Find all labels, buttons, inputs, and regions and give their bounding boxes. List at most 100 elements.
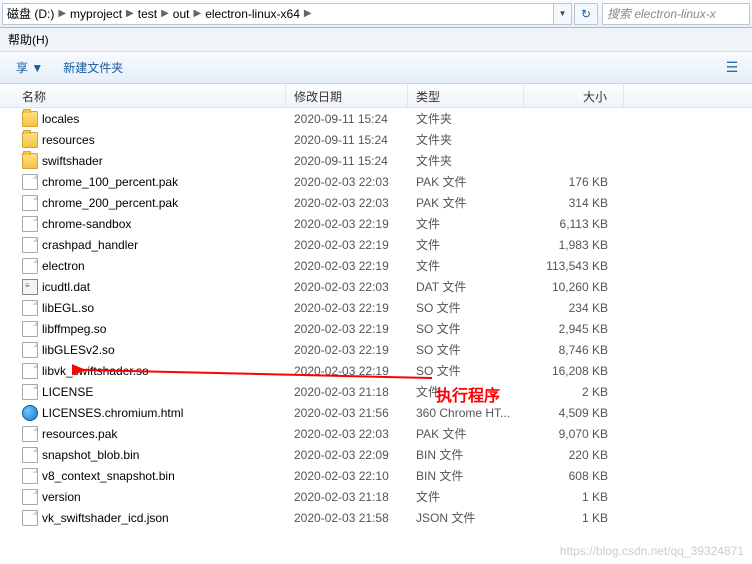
file-name: version <box>42 490 81 504</box>
dat-icon <box>22 279 38 295</box>
file-icon <box>22 174 38 190</box>
file-row[interactable]: libEGL.so2020-02-03 22:19SO 文件234 KB <box>0 297 752 318</box>
file-row[interactable]: vk_swiftshader_icd.json2020-02-03 21:58J… <box>0 507 752 528</box>
file-name: electron <box>42 259 85 273</box>
file-icon <box>22 384 38 400</box>
file-row[interactable]: version2020-02-03 21:18文件1 KB <box>0 486 752 507</box>
file-row[interactable]: locales2020-09-11 15:24文件夹 <box>0 108 752 129</box>
column-header-date[interactable]: 修改日期 <box>286 84 408 107</box>
file-date: 2020-02-03 22:03 <box>286 194 408 212</box>
file-type: SO 文件 <box>408 318 524 339</box>
view-options-button[interactable]: ☰ <box>720 56 744 80</box>
file-row[interactable]: libvk_swiftshader.so2020-02-03 22:19SO 文… <box>0 360 752 381</box>
file-type: PAK 文件 <box>408 192 524 213</box>
file-icon <box>22 447 38 463</box>
file-icon <box>22 237 38 253</box>
file-row[interactable]: resources.pak2020-02-03 22:03PAK 文件9,070… <box>0 423 752 444</box>
file-row[interactable]: LICENSES.chromium.html 2020-02-03 21:5636… <box>0 402 752 423</box>
file-row[interactable]: swiftshader2020-09-11 15:24文件夹 <box>0 150 752 171</box>
file-date: 2020-02-03 22:10 <box>286 467 408 485</box>
file-size: 6,113 KB <box>524 215 624 233</box>
file-name: snapshot_blob.bin <box>42 448 139 462</box>
menu-help[interactable]: 帮助(H) <box>8 31 49 48</box>
new-folder-button[interactable]: 新建文件夹 <box>55 55 131 80</box>
file-type: 文件夹 <box>408 108 524 129</box>
file-icon <box>22 300 38 316</box>
folder-icon <box>22 153 38 169</box>
file-row[interactable]: LICENSE2020-02-03 21:18文件2 KB <box>0 381 752 402</box>
breadcrumb-segment[interactable]: test <box>138 7 157 21</box>
file-name: crashpad_handler <box>42 238 138 252</box>
file-date: 2020-02-03 22:19 <box>286 341 408 359</box>
file-row[interactable]: snapshot_blob.bin2020-02-03 22:09BIN 文件2… <box>0 444 752 465</box>
folder-icon <box>22 132 38 148</box>
file-name: libEGL.so <box>42 301 94 315</box>
file-type: SO 文件 <box>408 339 524 360</box>
search-input[interactable]: 搜索 electron-linux-x <box>602 3 750 25</box>
file-row[interactable]: chrome_100_percent.pak2020-02-03 22:03PA… <box>0 171 752 192</box>
file-date: 2020-02-03 21:56 <box>286 404 408 422</box>
file-row[interactable]: crashpad_handler2020-02-03 22:19文件1,983 … <box>0 234 752 255</box>
chevron-right-icon: ▶ <box>189 8 205 19</box>
refresh-button[interactable]: ↻ <box>574 3 598 25</box>
breadcrumb-segment[interactable]: electron-linux-x64 <box>205 7 300 21</box>
file-date: 2020-02-03 22:19 <box>286 299 408 317</box>
html-icon <box>22 405 38 421</box>
file-type: 360 Chrome HT... <box>408 404 524 422</box>
file-date: 2020-02-03 22:19 <box>286 236 408 254</box>
chevron-right-icon: ▶ <box>54 8 70 19</box>
folder-icon <box>22 111 38 127</box>
column-header-name[interactable]: 名称 <box>0 84 286 107</box>
breadcrumb-segment[interactable]: out <box>173 7 190 21</box>
chevron-right-icon: ▶ <box>122 8 138 19</box>
file-type: BIN 文件 <box>408 465 524 486</box>
file-name: LICENSES.chromium.html <box>42 406 183 420</box>
refresh-icon: ↻ <box>581 7 591 21</box>
file-list: locales2020-09-11 15:24文件夹resources2020-… <box>0 108 752 528</box>
breadcrumb-disk[interactable]: 磁盘 (D:) <box>7 5 54 22</box>
file-row[interactable]: icudtl.dat2020-02-03 22:03DAT 文件10,260 K… <box>0 276 752 297</box>
file-date: 2020-02-03 21:18 <box>286 383 408 401</box>
column-header-type[interactable]: 类型 <box>408 84 524 107</box>
address-bar: 磁盘 (D:) ▶ myproject ▶ test ▶ out ▶ elect… <box>0 0 752 28</box>
file-row[interactable]: chrome-sandbox2020-02-03 22:19文件6,113 KB <box>0 213 752 234</box>
chevron-right-icon: ▶ <box>157 8 173 19</box>
file-type: SO 文件 <box>408 297 524 318</box>
file-icon <box>22 510 38 526</box>
share-button[interactable]: 享 ▼ <box>8 55 51 80</box>
file-name: libGLESv2.so <box>42 343 115 357</box>
menu-bar: 帮助(H) <box>0 28 752 52</box>
file-date: 2020-02-03 21:58 <box>286 509 408 527</box>
file-icon <box>22 468 38 484</box>
history-dropdown[interactable]: ▼ <box>554 3 572 25</box>
column-header-size[interactable]: 大小 <box>524 84 624 107</box>
file-date: 2020-02-03 22:19 <box>286 257 408 275</box>
file-row[interactable]: libffmpeg.so2020-02-03 22:19SO 文件2,945 K… <box>0 318 752 339</box>
file-name: locales <box>42 112 79 126</box>
file-size: 9,070 KB <box>524 425 624 443</box>
file-size: 220 KB <box>524 446 624 464</box>
file-type: PAK 文件 <box>408 171 524 192</box>
file-date: 2020-02-03 22:03 <box>286 425 408 443</box>
file-size: 2 KB <box>524 383 624 401</box>
file-row[interactable]: libGLESv2.so2020-02-03 22:19SO 文件8,746 K… <box>0 339 752 360</box>
file-name: swiftshader <box>42 154 103 168</box>
file-type: 文件夹 <box>408 129 524 150</box>
file-row[interactable]: resources2020-09-11 15:24文件夹 <box>0 129 752 150</box>
file-name: resources <box>42 133 95 147</box>
file-type: JSON 文件 <box>408 507 524 528</box>
breadcrumb[interactable]: 磁盘 (D:) ▶ myproject ▶ test ▶ out ▶ elect… <box>2 3 554 25</box>
breadcrumb-segment[interactable]: myproject <box>70 7 122 21</box>
file-list-panel: 名称 修改日期 类型 大小 locales2020-09-11 15:24文件夹… <box>0 84 752 564</box>
file-date: 2020-02-03 22:03 <box>286 173 408 191</box>
file-row[interactable]: chrome_200_percent.pak2020-02-03 22:03PA… <box>0 192 752 213</box>
file-type: 文件 <box>408 234 524 255</box>
file-date: 2020-02-03 22:19 <box>286 215 408 233</box>
file-row[interactable]: v8_context_snapshot.bin2020-02-03 22:10B… <box>0 465 752 486</box>
file-name: icudtl.dat <box>42 280 90 294</box>
file-size: 10,260 KB <box>524 278 624 296</box>
file-type: 文件 <box>408 381 524 402</box>
file-row[interactable]: electron2020-02-03 22:19文件113,543 KB <box>0 255 752 276</box>
file-name: resources.pak <box>42 427 117 441</box>
file-date: 2020-02-03 22:09 <box>286 446 408 464</box>
